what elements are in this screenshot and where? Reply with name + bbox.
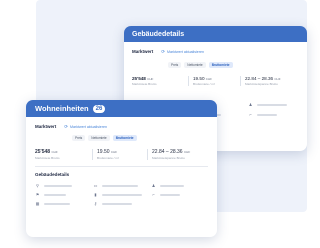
stair-icon: ⌐ bbox=[249, 112, 252, 117]
detail-placeholder-bar bbox=[257, 114, 277, 116]
detail-item: ♟ bbox=[248, 103, 307, 107]
market-rent-unit: CHF bbox=[51, 150, 58, 154]
market-value-label: Marktwert bbox=[132, 49, 154, 54]
market-value-row: Marktwert ⟳ Marktwert aktualisieren bbox=[132, 49, 299, 54]
price-market-rent: 25'548 CHF Marktmiete Brutto bbox=[128, 76, 188, 86]
detail-item: ♟ bbox=[151, 184, 211, 188]
building-details-title: Gebäudedetails bbox=[132, 30, 185, 38]
housing-units-title: Wohneinheiten bbox=[35, 104, 89, 113]
price-summary: 25'548 CHF Marktmiete Brutto 19.50 CHF B… bbox=[31, 149, 212, 160]
tab-preis[interactable]: Preis bbox=[168, 62, 182, 68]
rent-per-m2-unit: CHF bbox=[110, 150, 118, 154]
detail-item: ▭ bbox=[93, 184, 151, 188]
update-market-value-link[interactable]: ⟳ Marktwert aktualisieren bbox=[161, 48, 204, 54]
price-market-rent: 25'548 CHF Marktmiete Brutto bbox=[31, 149, 92, 160]
building-details-list: ⚲ ▭ ♟ ⚑ ▮ ⌐ ▦ ⚷ bbox=[35, 184, 217, 206]
price-type-tabs: Preis Nettomiete Bruttomiete bbox=[72, 135, 217, 141]
market-rent-value: 25'548 bbox=[132, 76, 146, 81]
rent-range-label: Marktmietspanne Brutto bbox=[152, 156, 185, 160]
tab-nettomiete[interactable]: Nettomiete bbox=[88, 135, 110, 141]
price-rent-per-m2: 19.50 CHF Bruttomiete / m² bbox=[188, 76, 240, 86]
tab-bruttomiete[interactable]: Bruttomiete bbox=[112, 135, 137, 141]
housing-units-card: Wohneinheiten 26 Marktwert ⟳ Marktwert a… bbox=[26, 100, 217, 237]
detail-placeholder-bar bbox=[44, 203, 70, 205]
housing-units-count-badge: 26 bbox=[92, 104, 106, 113]
price-summary: 25'548 CHF Marktmiete Brutto 19.50 CHF B… bbox=[128, 76, 303, 86]
calendar-icon: ▭ bbox=[93, 183, 98, 188]
detail-placeholder-bar bbox=[160, 185, 184, 187]
price-type-tabs: Preis Nettomiete Bruttomiete bbox=[168, 62, 307, 68]
rent-per-m2-label: Bruttomiete / m² bbox=[193, 82, 216, 86]
rent-per-m2-label: Bruttomiete / m² bbox=[97, 156, 120, 160]
detail-placeholder-bar bbox=[160, 194, 180, 196]
flag-icon: ⚑ bbox=[35, 192, 40, 197]
rent-range-unit: CHF bbox=[274, 77, 281, 81]
detail-item: ⌐ bbox=[151, 193, 211, 197]
update-market-value-text: Marktwert aktualisieren bbox=[167, 49, 204, 54]
rent-range-value: 22.84 – 28.36 bbox=[245, 76, 274, 81]
market-value-label: Marktwert bbox=[35, 124, 57, 129]
detail-item: ⚑ bbox=[35, 193, 93, 197]
rent-per-m2-unit: CHF bbox=[205, 77, 212, 81]
market-rent-label: Marktmiete Brutto bbox=[132, 82, 157, 86]
market-rent-value: 25'548 bbox=[35, 149, 51, 155]
detail-item: ▮ bbox=[93, 193, 151, 197]
tab-bruttomiete[interactable]: Bruttomiete bbox=[208, 62, 233, 68]
rent-range-unit: CHF bbox=[183, 150, 191, 154]
rent-range-label: Marktmietspanne Brutto bbox=[245, 82, 278, 86]
building-details-section-title: Gebäudedetails bbox=[35, 172, 70, 177]
detail-item: ⌐ bbox=[248, 113, 307, 117]
detail-placeholder-bar bbox=[257, 104, 287, 106]
refresh-icon: ⟳ bbox=[161, 48, 166, 54]
housing-units-header: Wohneinheiten 26 bbox=[26, 100, 217, 117]
detail-placeholder-bar bbox=[44, 194, 66, 196]
update-market-value-link[interactable]: ⟳ Marktwert aktualisieren bbox=[64, 123, 107, 129]
rent-per-m2-value: 19.50 bbox=[97, 149, 110, 155]
detail-placeholder-bar bbox=[102, 203, 132, 205]
detail-item: ▦ bbox=[35, 202, 93, 206]
market-value-row: Marktwert ⟳ Marktwert aktualisieren bbox=[35, 124, 208, 129]
price-rent-per-m2: 19.50 CHF Bruttomiete / m² bbox=[92, 149, 147, 160]
rent-range-value: 22.84 – 28.36 bbox=[152, 149, 183, 155]
detail-placeholder-bar bbox=[102, 185, 138, 187]
person-icon: ♟ bbox=[151, 183, 156, 188]
refresh-icon: ⟳ bbox=[64, 123, 69, 129]
building-details-header: Gebäudedetails bbox=[124, 26, 307, 42]
tab-preis[interactable]: Preis bbox=[72, 135, 86, 141]
update-market-value-text: Marktwert aktualisieren bbox=[70, 124, 107, 129]
tab-nettomiete[interactable]: Nettomiete bbox=[184, 62, 206, 68]
pin-icon: ⚲ bbox=[36, 183, 39, 188]
grid-icon: ▦ bbox=[35, 201, 40, 206]
market-rent-label: Marktmiete Brutto bbox=[35, 156, 60, 160]
price-rent-range: 22.84 – 28.36 CHF Marktmietspanne Brutto bbox=[147, 149, 194, 160]
section-divider bbox=[35, 166, 208, 167]
rent-per-m2-value: 19.50 bbox=[193, 76, 205, 81]
key-icon: ⚷ bbox=[94, 201, 97, 206]
person-icon: ♟ bbox=[248, 102, 253, 107]
market-rent-unit: CHF bbox=[147, 77, 154, 81]
price-rent-range: 22.84 – 28.36 CHF Marktmietspanne Brutto bbox=[240, 76, 285, 86]
door-icon: ▮ bbox=[94, 192, 97, 197]
stair-icon: ⌐ bbox=[152, 192, 155, 197]
detail-item: ⚷ bbox=[93, 202, 151, 206]
detail-item: ⚲ bbox=[35, 184, 93, 188]
detail-placeholder-bar bbox=[44, 185, 72, 187]
detail-placeholder-bar bbox=[102, 194, 142, 196]
